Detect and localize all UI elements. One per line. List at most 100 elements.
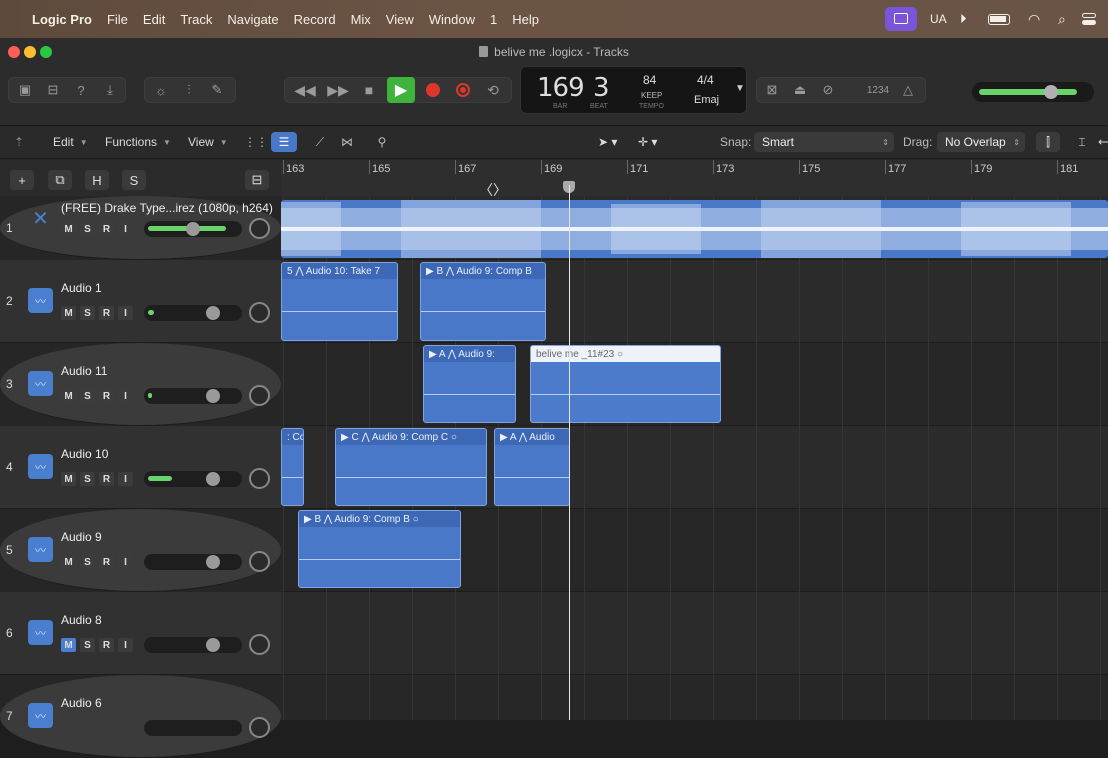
input-monitor-button[interactable]: I xyxy=(118,222,133,236)
flex-icon[interactable]: ⋈ xyxy=(337,132,357,152)
editors-icon[interactable]: ✎ xyxy=(206,79,228,101)
track-header[interactable]: 1 ✕ (FREE) Drake Type...irez (1080p, h26… xyxy=(0,196,281,260)
hide-tracks-button[interactable]: H xyxy=(85,170,109,190)
edit-menu[interactable]: Edit ▼ xyxy=(47,132,94,152)
track-lane[interactable] xyxy=(281,675,1108,720)
duplicate-track-icon[interactable]: ⧉ xyxy=(48,170,72,190)
grid-view-icon[interactable]: ⋮⋮ xyxy=(244,132,268,152)
screen-share-icon[interactable] xyxy=(884,0,918,38)
volume-slider[interactable] xyxy=(144,305,242,321)
search-icon[interactable]: ⌕ xyxy=(1058,0,1066,38)
lcd-time-signature[interactable]: 4/4 xyxy=(697,73,714,87)
stop-button[interactable]: ■ xyxy=(358,79,380,101)
solo-button[interactable]: S xyxy=(80,472,95,486)
menu-edit[interactable]: Edit xyxy=(143,12,165,27)
solo-button[interactable]: S xyxy=(80,222,95,236)
record-enable-button[interactable]: R xyxy=(99,638,114,652)
global-tracks-icon[interactable]: ⊟ xyxy=(245,170,269,190)
waveform-zoom-icon[interactable]: ⫿ xyxy=(1036,132,1060,152)
solo-button[interactable]: S xyxy=(80,389,95,403)
menu-view[interactable]: View xyxy=(386,12,414,27)
functions-menu[interactable]: Functions ▼ xyxy=(99,132,177,152)
record-enable-button[interactable]: R xyxy=(99,306,114,320)
video-audio-region[interactable] xyxy=(281,200,1108,258)
input-source[interactable]: UA xyxy=(930,0,947,38)
play-button[interactable]: ▶ xyxy=(387,77,415,103)
track-name[interactable]: Audio 6 xyxy=(61,696,102,710)
horizontal-zoom-icon[interactable]: ⟷ xyxy=(1098,132,1108,152)
audio-region[interactable]: ▶ C ⋀ Audio 9: Comp C ○ xyxy=(335,428,487,506)
library-icon[interactable]: ▣ xyxy=(14,79,36,101)
mute-button[interactable]: M xyxy=(61,389,76,403)
cycle-button[interactable]: ⟲ xyxy=(482,79,504,101)
volume-slider[interactable] xyxy=(144,388,242,404)
lcd-display[interactable]: 169 3 BAR BEAT 84 KEEP TEMPO 4/4 Emaj ▼ xyxy=(520,66,747,114)
battery-icon[interactable] xyxy=(988,0,1010,38)
inspector-icon[interactable]: ⊟ xyxy=(42,79,64,101)
volume-slider[interactable] xyxy=(144,221,242,237)
volume-knob[interactable] xyxy=(186,222,200,236)
metronome-icon[interactable]: △ xyxy=(897,79,919,101)
menu-app-name[interactable]: Logic Pro xyxy=(32,12,92,27)
volume-slider[interactable] xyxy=(144,471,242,487)
volume-slider[interactable] xyxy=(144,554,242,570)
lcd-bar[interactable]: 169 xyxy=(537,73,585,103)
back-arrow-icon[interactable]: ⇡ xyxy=(14,132,24,152)
volume-knob[interactable] xyxy=(206,555,220,569)
add-track-button[interactable]: + xyxy=(10,170,34,190)
automation-icon[interactable]: ⟋ xyxy=(310,132,330,152)
master-volume-knob[interactable] xyxy=(1044,85,1058,99)
count-in-button[interactable]: 1234 xyxy=(862,79,894,101)
pan-knob[interactable] xyxy=(249,468,270,489)
lcd-tempo[interactable]: 84 xyxy=(643,73,656,87)
drag-select[interactable]: No Overlap ⇕ xyxy=(937,132,1025,152)
smart-controls-icon[interactable]: ☼ xyxy=(150,79,172,101)
input-monitor-button[interactable]: I xyxy=(118,306,133,320)
solo-button[interactable]: S xyxy=(80,638,95,652)
track-header[interactable]: 4 〰 Audio 10 M S R I xyxy=(0,426,281,509)
menu-mix[interactable]: Mix xyxy=(351,12,371,27)
track-header[interactable]: 2 〰 Audio 1 M S R I xyxy=(0,260,281,343)
audio-region[interactable]: ▶ B ⋀ Audio 9: Comp B ○ xyxy=(298,510,461,588)
track-header[interactable]: 6 〰 Audio 8 M S R I xyxy=(0,592,281,675)
record-enable-button[interactable]: R xyxy=(99,555,114,569)
toolbar-toggle-icon[interactable]: ⤓ xyxy=(99,79,121,101)
pan-knob[interactable] xyxy=(249,551,270,572)
record-enable-button[interactable]: R xyxy=(99,222,114,236)
mute-button[interactable]: M xyxy=(61,222,76,236)
track-lane[interactable] xyxy=(281,592,1108,675)
close-button[interactable] xyxy=(8,46,20,58)
track-header[interactable]: 3 〰 Audio 11 M S R I xyxy=(0,343,281,426)
pan-knob[interactable] xyxy=(249,218,270,239)
catch-icon[interactable]: ⚲ xyxy=(372,132,392,152)
input-monitor-button[interactable]: I xyxy=(118,638,133,652)
audio-region-selected[interactable]: belive me _11#23 ○ xyxy=(530,345,721,423)
track-lane[interactable] xyxy=(281,260,1108,343)
lcd-chevron-down-icon[interactable]: ▼ xyxy=(735,83,745,94)
menu-window[interactable]: Window xyxy=(429,12,475,27)
control-center-icon[interactable] xyxy=(1082,0,1098,38)
menu-track[interactable]: Track xyxy=(180,12,212,27)
rewind-button[interactable]: ◀◀ xyxy=(292,79,318,101)
track-name[interactable]: Audio 8 xyxy=(61,613,102,627)
tuner-icon[interactable]: ⊠ xyxy=(761,79,783,101)
volume-knob[interactable] xyxy=(206,306,220,320)
solo-button[interactable]: S xyxy=(80,306,95,320)
fast-forward-button[interactable]: ▶▶ xyxy=(325,79,351,101)
pan-knob[interactable] xyxy=(249,302,270,323)
view-menu[interactable]: View ▼ xyxy=(182,132,234,152)
track-header[interactable]: 7 〰 Audio 6 xyxy=(0,675,281,758)
play-status-icon[interactable]: ⏵ xyxy=(960,0,967,38)
mute-button[interactable]: M xyxy=(61,555,76,569)
menu-file[interactable]: File xyxy=(107,12,128,27)
command-tool-menu[interactable]: ✛ ▾ xyxy=(638,132,672,152)
wifi-icon[interactable]: ◠ xyxy=(1028,0,1040,38)
quick-help-icon[interactable]: ? xyxy=(70,79,92,101)
pan-knob[interactable] xyxy=(249,385,270,406)
mute-button[interactable]: M xyxy=(61,638,76,652)
volume-slider[interactable] xyxy=(144,720,242,736)
volume-knob[interactable] xyxy=(206,389,220,403)
menu-1[interactable]: 1 xyxy=(490,12,497,27)
bar-ruler[interactable]: 163 165 167 169 171 173 175 177 179 181 … xyxy=(281,160,1108,198)
track-header[interactable]: 5 〰 Audio 9 M S R I xyxy=(0,509,281,592)
